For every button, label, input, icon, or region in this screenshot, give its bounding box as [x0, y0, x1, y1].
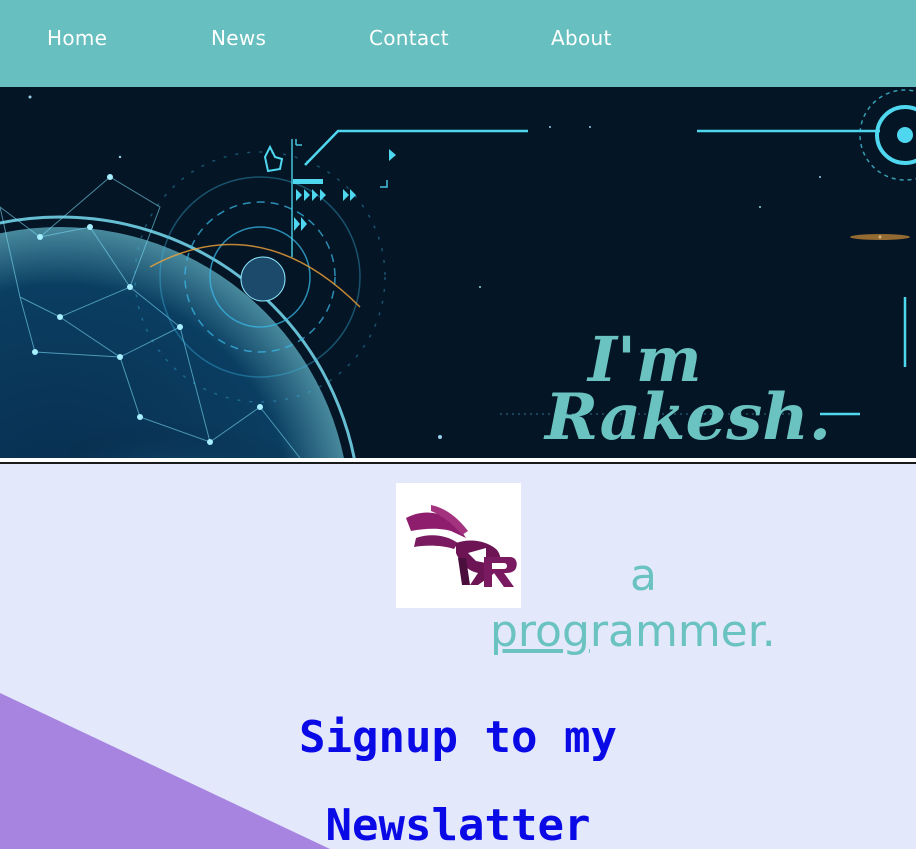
logo — [396, 483, 521, 608]
newsletter-heading-line1: Signup to my — [299, 712, 617, 763]
newsletter-heading-line2: Newslatter — [325, 800, 591, 849]
eagle-logo-icon — [406, 505, 517, 587]
nav-home-link[interactable]: Home — [47, 26, 107, 50]
tagline-role-underlined: prog — [490, 606, 590, 657]
nav-about-link[interactable]: About — [551, 26, 612, 50]
tagline-role-rest: rammer. — [589, 606, 776, 657]
tagline-role: programmer. — [490, 606, 776, 657]
nav-news-link[interactable]: News — [211, 26, 266, 50]
hero-banner: I'm Rakesh. — [0, 87, 916, 458]
hero-name: Rakesh. — [545, 380, 832, 455]
intro-section: a programmer. Signup to my Newslatter — [0, 464, 916, 849]
nav-contact-link[interactable]: Contact — [369, 26, 449, 50]
tagline-article: a — [630, 550, 657, 601]
top-nav: Home News Contact About — [0, 0, 916, 87]
